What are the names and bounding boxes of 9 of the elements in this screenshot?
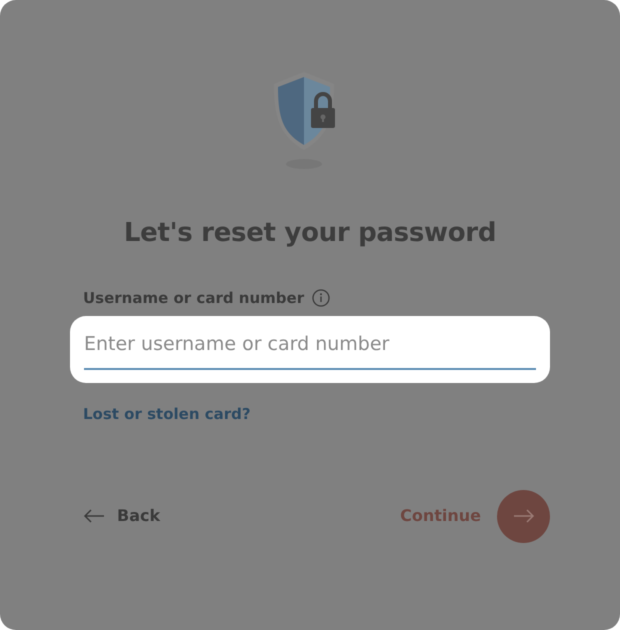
left-arrow-icon bbox=[83, 509, 105, 524]
continue-button[interactable]: Continue bbox=[400, 504, 481, 528]
lost-card-link[interactable]: Lost or stolen card? bbox=[83, 402, 251, 426]
username-field[interactable]: Enter username or card number bbox=[70, 316, 550, 383]
page-title: Let's reset your password bbox=[124, 218, 496, 250]
field-label: Username or card number bbox=[83, 288, 304, 310]
right-arrow-icon bbox=[512, 509, 534, 524]
info-icon[interactable] bbox=[312, 289, 330, 308]
back-button[interactable]: Back bbox=[83, 504, 160, 528]
